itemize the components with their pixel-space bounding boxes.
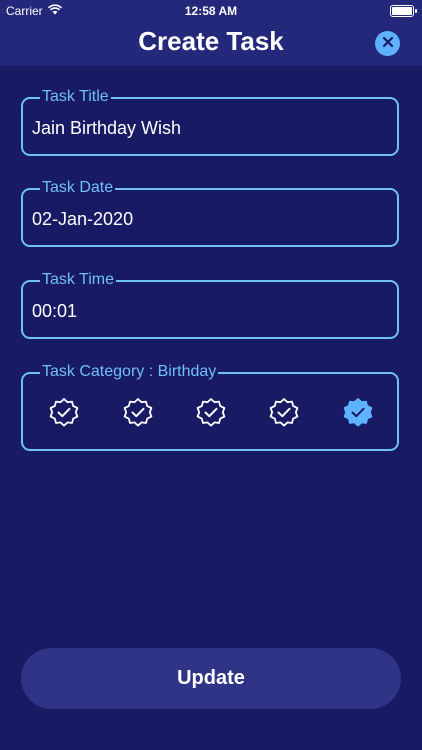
- close-button[interactable]: [375, 31, 400, 56]
- verified-badge-icon: [49, 398, 79, 427]
- status-time: 12:58 AM: [184, 4, 238, 18]
- close-icon: [382, 35, 394, 53]
- category-option-2[interactable]: [121, 396, 155, 430]
- category-option-3[interactable]: [194, 396, 228, 430]
- task-date-field[interactable]: Task Date 02-Jan-2020: [21, 179, 399, 247]
- nav-bar: Create Task: [0, 22, 422, 66]
- category-option-5-selected[interactable]: [341, 396, 375, 430]
- verified-badge-icon: [196, 398, 226, 427]
- category-option-1[interactable]: [47, 396, 81, 430]
- update-button[interactable]: Update: [21, 648, 401, 709]
- task-time-field[interactable]: Task Time 00:01: [21, 271, 399, 339]
- task-title-field[interactable]: Task Title Jain Birthday Wish: [21, 88, 399, 156]
- task-time-input[interactable]: 00:01: [32, 301, 77, 322]
- task-date-label: Task Date: [40, 179, 116, 197]
- update-button-label: Update: [177, 667, 245, 689]
- task-time-label: Task Time: [40, 271, 117, 289]
- task-date-input[interactable]: 02-Jan-2020: [32, 209, 133, 230]
- verified-badge-icon: [269, 398, 299, 427]
- battery-icon: [390, 5, 417, 17]
- task-title-label: Task Title: [40, 88, 111, 106]
- verified-badge-icon: [123, 398, 153, 427]
- task-title-input[interactable]: Jain Birthday Wish: [32, 118, 181, 139]
- verified-badge-icon: [343, 398, 373, 427]
- task-category-field: Task Category : Birthday: [21, 363, 399, 451]
- task-category-label: Task Category : Birthday: [40, 363, 219, 381]
- category-option-4[interactable]: [267, 396, 301, 430]
- page-title: Create Task: [138, 26, 284, 56]
- status-bar: Carrier 12:58 AM: [0, 0, 422, 22]
